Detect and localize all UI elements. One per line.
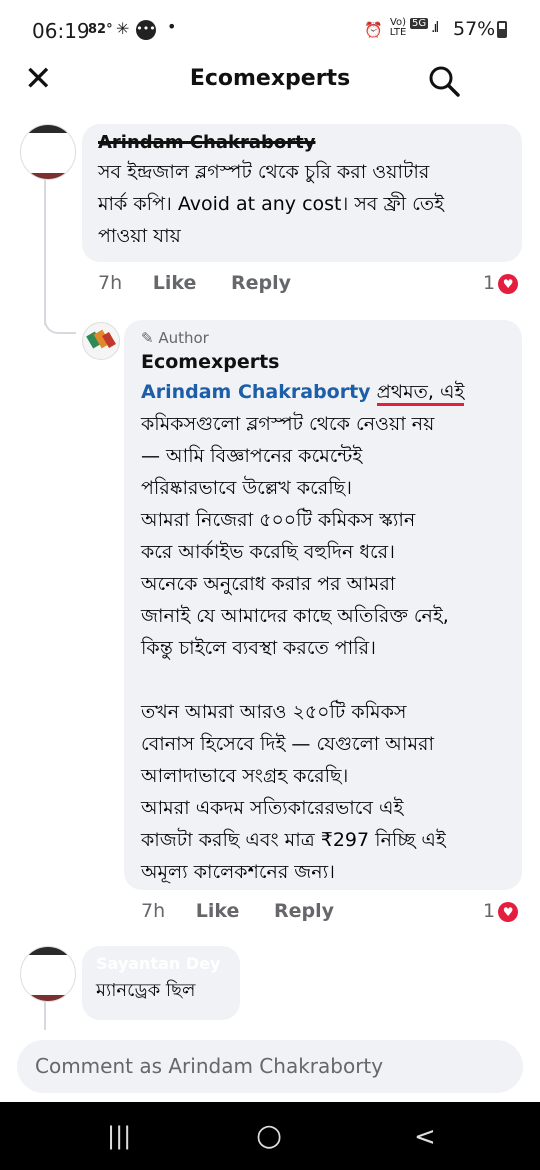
comment-line: বোনাস হিসেবে দিই — যেগুলো আমরা <box>141 733 434 755</box>
app-header: ✕ Ecomexperts <box>0 56 540 106</box>
avatar[interactable] <box>82 322 120 360</box>
notification-dot-icon: • <box>167 17 177 36</box>
comment-author[interactable]: Ecomexperts <box>141 348 505 376</box>
comment-line: সব ইন্দ্রজাল ব্লগস্পট থেকে চুরি করা ওয়া… <box>98 161 430 183</box>
signal-boost-icon: ✳ <box>116 19 130 38</box>
comment-bubble: Arindam Chakraborty সব ইন্দ্রজাল ব্লগস্প… <box>82 124 522 262</box>
comment-line: Arindam Chakraborty প্রথমত, এই <box>141 376 505 408</box>
comment-line: তখন আমরা আরও ২৫০টি কমিকস <box>141 701 407 723</box>
messenger-icon: ••• <box>136 20 156 40</box>
author-badge: ✎ Author <box>141 329 209 347</box>
status-bar: 06:19 82° ✳ ••• • ⏰ Vo) LTE 5G .ıl 57% <box>0 0 540 56</box>
underlined-word: প্রথমত, এই <box>376 381 465 406</box>
comment-line: অনেকে অনুরোধ করার পর আমরা <box>141 573 396 595</box>
comment-line: জানাই যে আমাদের কাছে অতিরিক্ত নেই, <box>141 605 449 627</box>
signal-icon: .ıl <box>431 20 439 36</box>
network-5g-icon: 5G <box>410 18 429 29</box>
heart-icon: ♥ <box>498 273 519 294</box>
comment-line: অমূল্য কালেকশনের জন্য। <box>141 861 335 883</box>
battery-percent: 57% <box>453 18 496 40</box>
comment-author[interactable]: Sayantan Dey <box>96 952 226 976</box>
comment-line: পরিষ্কারভাবে উল্লেখ করেছি। <box>141 477 352 499</box>
comment-line: কাজটা করছি এবং মাত্র ₹297 নিচ্ছি এই <box>141 829 446 851</box>
comment-time: 7h <box>98 272 123 294</box>
comment-line: — আমি বিজ্ঞাপনের কমেন্টেই <box>141 445 363 467</box>
volte-icon: Vo) LTE <box>389 17 407 38</box>
battery-icon <box>497 21 507 38</box>
comment-line: কিন্তু চাইলে ব্যবস্থা করতে পারি। <box>141 637 376 659</box>
back-icon[interactable]: < <box>414 1122 436 1152</box>
comment-bubble: Sayantan Dey ম্যানড্রেক ছিল <box>82 946 240 1020</box>
comment-author[interactable]: Arindam Chakraborty <box>98 130 506 156</box>
comment-line: করে আর্কাইভ করেছি বহুদিন ধরে। <box>141 541 395 563</box>
avatar[interactable] <box>20 946 76 1002</box>
like-button[interactable]: Like <box>196 900 240 922</box>
comment-input[interactable]: Comment as Arindam Chakraborty <box>17 1040 523 1093</box>
clock: 06:19 <box>32 19 90 43</box>
comment-bubble: ✎ Author Ecomexperts Arindam Chakraborty… <box>124 320 522 890</box>
comment-line: আমরা নিজেরা ৫০০টি কমিকস স্ক্যান <box>141 509 416 531</box>
system-nav-bar: ||| ○ < <box>0 1102 540 1170</box>
mention-link[interactable]: Arindam Chakraborty <box>141 381 371 403</box>
alarm-icon: ⏰ <box>364 21 383 39</box>
search-icon[interactable] <box>428 65 460 97</box>
comment-actions: 7h Like Reply <box>141 900 334 922</box>
thread-line <box>44 1000 46 1030</box>
comment-line: আমরা একদম সত্যিকারেরভাবে এই <box>141 797 404 819</box>
comment-line: আলাদাভাবে সংগ্রহ করেছি। <box>141 765 349 787</box>
like-button[interactable]: Like <box>153 272 197 294</box>
reaction-number: 1 <box>483 900 496 922</box>
comment-line: পাওয়া যায় <box>98 225 181 247</box>
temperature: 82° <box>88 22 113 37</box>
reply-button[interactable]: Reply <box>274 900 334 922</box>
reaction-count[interactable]: 1 ♥ <box>483 272 519 294</box>
pencil-icon: ✎ <box>141 329 159 347</box>
recents-icon[interactable]: ||| <box>107 1122 131 1150</box>
comment-actions: 7h Like Reply <box>98 272 291 294</box>
heart-icon: ♥ <box>498 901 519 922</box>
home-icon[interactable]: ○ <box>256 1118 282 1153</box>
avatar[interactable] <box>20 124 76 180</box>
comment-line: কমিকসগুলো ব্লগস্পট থেকে নেওয়া নয় <box>141 413 435 435</box>
comment-line: ম্যানড্রেক ছিল <box>96 980 196 1001</box>
reply-button[interactable]: Reply <box>231 272 291 294</box>
reaction-number: 1 <box>483 272 496 294</box>
comment-time: 7h <box>141 900 166 922</box>
reaction-count[interactable]: 1 ♥ <box>483 900 519 922</box>
comment-line: মার্ক কপি। Avoid at any cost। সব ফ্রী তে… <box>98 193 444 215</box>
comment-line-blank <box>141 664 505 696</box>
thread-line <box>44 180 46 325</box>
thread-connector <box>44 310 76 334</box>
